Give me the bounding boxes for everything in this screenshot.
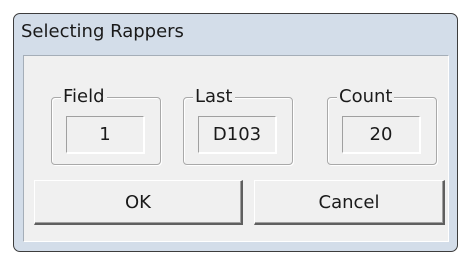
dialog-client-area: Field 1 Last D103 Count 20 OK Cancel	[23, 55, 449, 242]
count-group-label: Count	[337, 86, 395, 108]
field-group: Field 1	[51, 86, 161, 165]
count-group: Count 20	[327, 86, 437, 165]
last-group: Last D103	[183, 86, 293, 165]
cancel-button[interactable]: Cancel	[254, 180, 445, 225]
count-value: 20	[342, 116, 420, 153]
ok-button[interactable]: OK	[34, 180, 243, 225]
last-value: D103	[198, 116, 276, 153]
selecting-rappers-dialog: Selecting Rappers Field 1 Last D103 Coun…	[13, 13, 458, 252]
last-group-label: Last	[193, 86, 235, 108]
field-value: 1	[66, 116, 144, 153]
window-title: Selecting Rappers	[21, 21, 184, 42]
field-group-label: Field	[61, 86, 107, 108]
